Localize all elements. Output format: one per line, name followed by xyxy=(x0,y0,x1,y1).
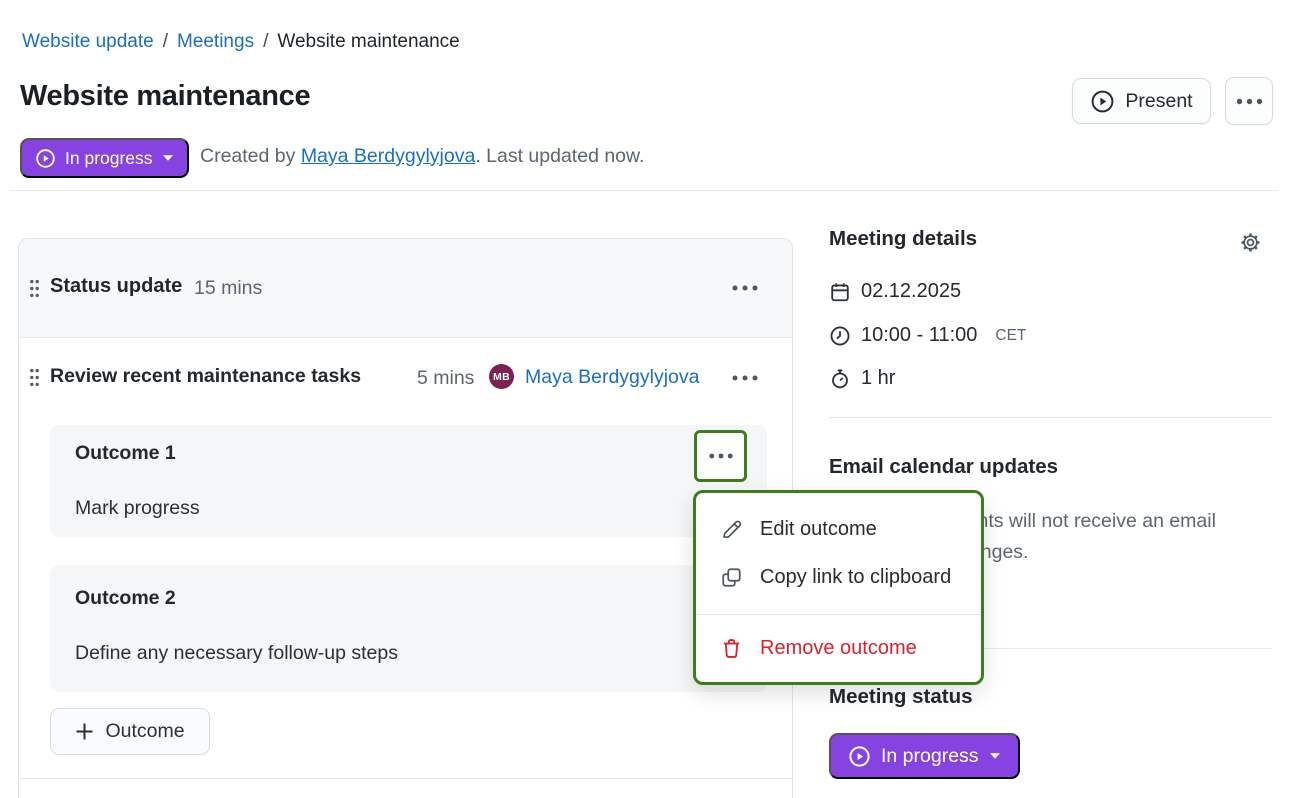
author-link[interactable]: Maya Berdygylyjova xyxy=(301,145,476,167)
meeting-status-dropdown[interactable]: In progress xyxy=(829,733,1020,779)
drag-handle-icon[interactable] xyxy=(29,279,40,298)
byline: Created by Maya Berdygylyjova. Last upda… xyxy=(200,145,644,168)
meeting-date-row[interactable]: 02.12.2025 xyxy=(829,280,961,303)
page-status-label: In progress xyxy=(65,148,153,169)
menu-item-label: Edit outcome xyxy=(760,518,877,541)
sidebar-divider xyxy=(829,417,1272,418)
topic-duration: 5 mins xyxy=(417,367,474,390)
topic-more-button[interactable] xyxy=(725,358,765,398)
meeting-status-title: Meeting status xyxy=(829,685,973,709)
page-status-dropdown[interactable]: In progress xyxy=(20,138,189,178)
page-title: Website maintenance xyxy=(20,80,310,113)
menu-item-remove-outcome[interactable]: Remove outcome xyxy=(696,624,981,672)
menu-item-edit-outcome[interactable]: Edit outcome xyxy=(696,505,981,553)
stopwatch-icon xyxy=(829,368,851,390)
drag-handle-icon[interactable] xyxy=(29,368,40,387)
calendar-icon xyxy=(829,281,851,303)
play-circle-icon xyxy=(1090,89,1115,114)
outcome-card-2[interactable]: Outcome 2 Define any necessary follow-up… xyxy=(50,565,767,692)
breadcrumb-separator: / xyxy=(263,31,268,53)
copy-icon xyxy=(720,566,743,589)
present-button[interactable]: Present xyxy=(1072,78,1211,124)
play-circle-icon xyxy=(35,148,56,169)
more-icon xyxy=(1236,98,1263,105)
add-outcome-label: Outcome xyxy=(105,720,184,743)
outcome-context-menu: Edit outcome Copy link to clipboard Remo… xyxy=(693,490,984,685)
outcome-more-button-highlighted[interactable] xyxy=(694,430,747,482)
meeting-duration-row[interactable]: 1 hr xyxy=(829,367,895,390)
menu-item-label: Remove outcome xyxy=(760,637,917,660)
breadcrumb-link-website-update[interactable]: Website update xyxy=(22,31,154,53)
plus-icon xyxy=(75,722,94,741)
meeting-time-row[interactable]: 10:00 - 11:00 CET xyxy=(829,324,1026,347)
clock-icon xyxy=(829,325,851,347)
page-more-options-button[interactable] xyxy=(1225,77,1273,125)
outcome-title: Outcome 2 xyxy=(75,587,176,610)
agenda-section-duration: 15 mins xyxy=(194,277,262,300)
trash-icon xyxy=(720,637,743,660)
menu-item-copy-link[interactable]: Copy link to clipboard xyxy=(696,553,981,601)
play-circle-icon xyxy=(848,745,871,768)
byline-suffix: . Last updated now. xyxy=(475,145,644,167)
agenda-section-header: Status update 15 mins xyxy=(19,239,792,338)
outcome-description: Define any necessary follow-up steps xyxy=(75,642,398,665)
meeting-time: 10:00 - 11:00 xyxy=(861,324,977,347)
agenda-card: Status update 15 mins Review recent main… xyxy=(18,238,793,798)
avatar[interactable]: MB xyxy=(489,364,514,389)
meeting-duration: 1 hr xyxy=(861,367,895,390)
email-updates-title: Email calendar updates xyxy=(829,455,1058,479)
outcome-description: Mark progress xyxy=(75,497,200,520)
menu-item-label: Copy link to clipboard xyxy=(760,566,951,589)
chevron-down-icon xyxy=(162,154,174,162)
add-outcome-button[interactable]: Outcome xyxy=(50,708,210,755)
meeting-date: 02.12.2025 xyxy=(861,280,961,303)
menu-divider xyxy=(696,614,981,615)
breadcrumb-current: Website maintenance xyxy=(277,31,459,53)
breadcrumb-separator: / xyxy=(163,31,168,53)
meeting-status-label: In progress xyxy=(881,745,979,768)
meeting-details-title: Meeting details xyxy=(829,227,977,251)
topic-title: Review recent maintenance tasks xyxy=(50,365,361,388)
byline-prefix: Created by xyxy=(200,145,301,167)
outcome-card-1[interactable]: Outcome 1 Mark progress xyxy=(50,425,767,537)
agenda-divider xyxy=(19,778,792,779)
agenda-section-more-button[interactable] xyxy=(725,268,765,308)
meeting-timezone: CET xyxy=(995,327,1026,345)
header-divider xyxy=(10,190,1278,191)
breadcrumb: Website update / Meetings / Website main… xyxy=(22,31,460,53)
chevron-down-icon xyxy=(989,752,1001,760)
outcome-title: Outcome 1 xyxy=(75,442,176,465)
pencil-icon xyxy=(720,518,743,541)
agenda-section-title: Status update xyxy=(50,275,182,298)
present-label: Present xyxy=(1125,90,1192,113)
gear-icon[interactable] xyxy=(1235,227,1265,257)
topic-assignee-link[interactable]: Maya Berdygylyjova xyxy=(525,366,700,389)
breadcrumb-link-meetings[interactable]: Meetings xyxy=(177,31,254,53)
